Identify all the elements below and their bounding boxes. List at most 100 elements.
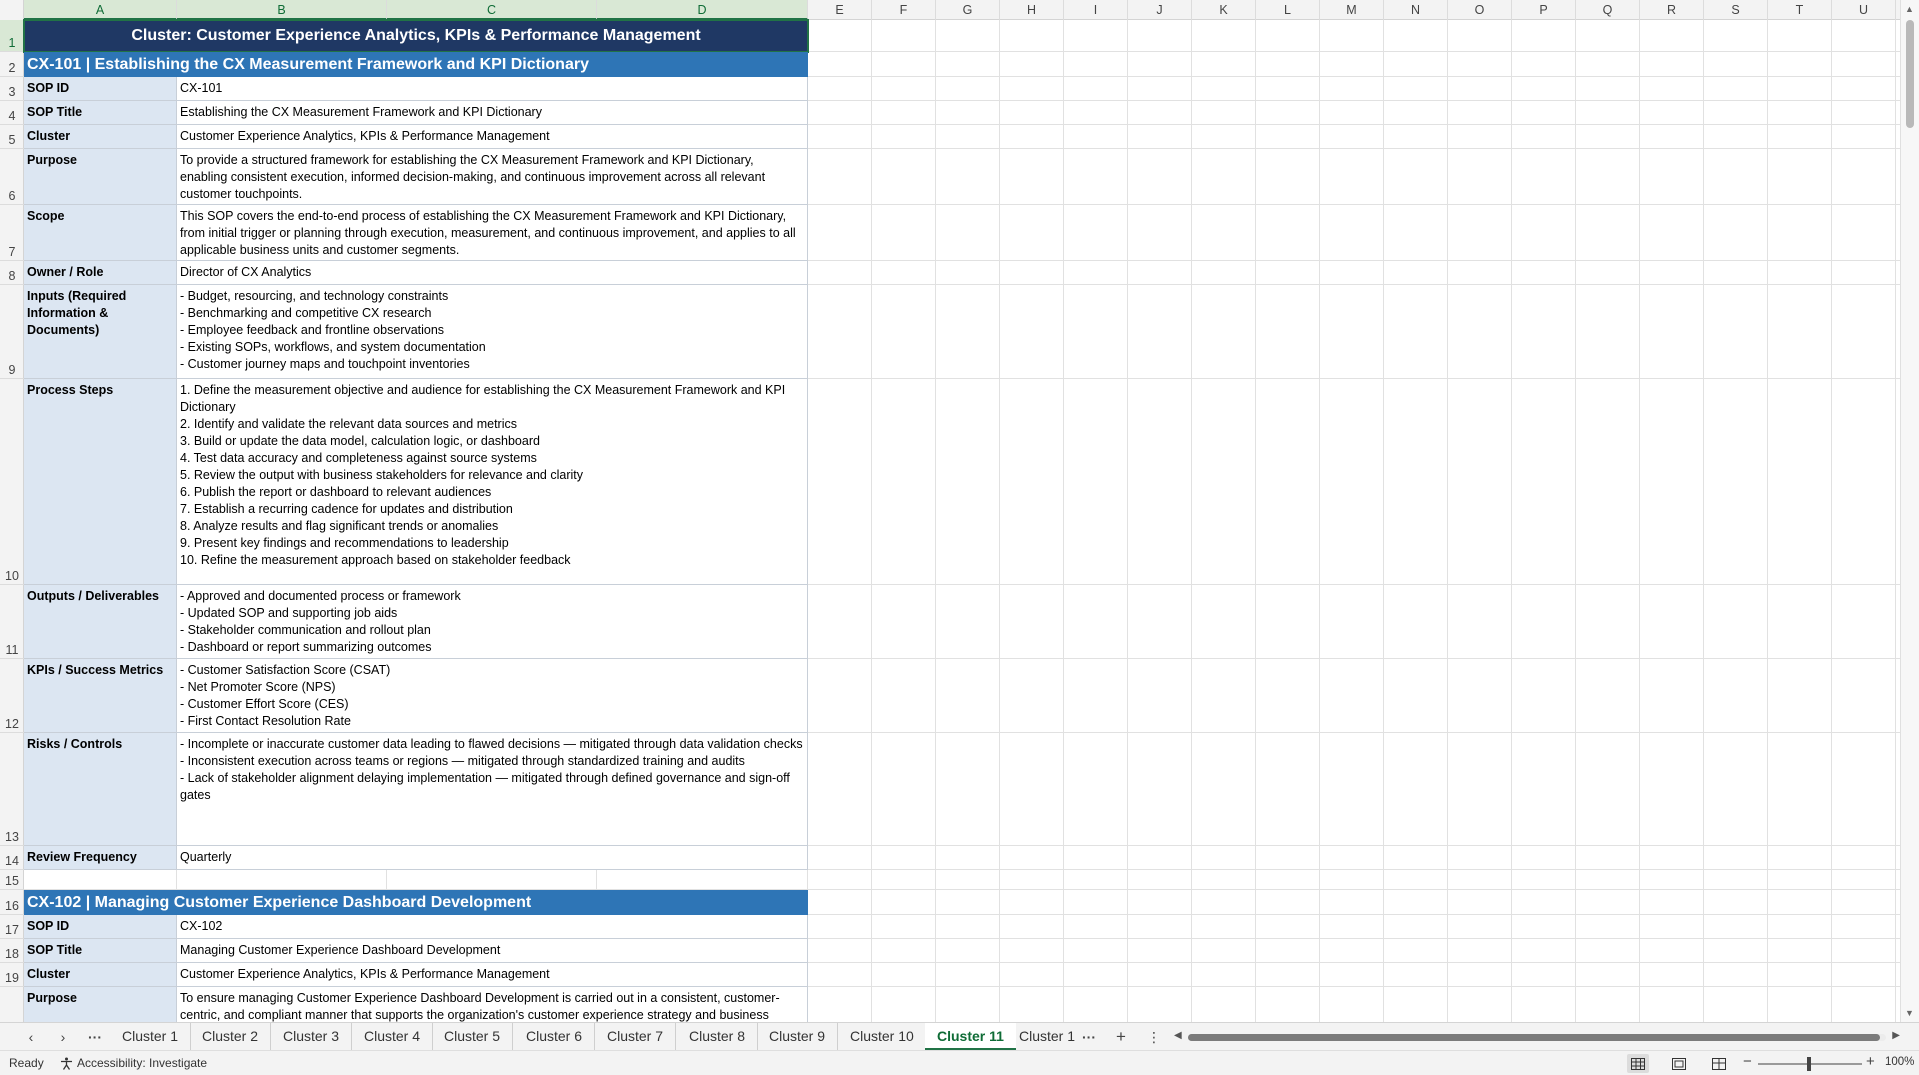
field-value[interactable]: - Customer Satisfaction Score (CSAT) - N… <box>177 659 808 732</box>
row-header[interactable]: 11 <box>0 585 24 659</box>
field-label[interactable]: Cluster <box>24 963 177 986</box>
sop-field-row[interactable]: Cluster Customer Experience Analytics, KP… <box>24 963 808 987</box>
sheet-tab[interactable]: Cluster 3 <box>271 1023 353 1050</box>
column-header-n[interactable]: N <box>1384 0 1448 20</box>
field-value[interactable]: - Approved and documented process or fra… <box>177 585 808 658</box>
column-header-e[interactable]: E <box>808 0 872 20</box>
field-label[interactable]: Risks / Controls <box>24 733 177 845</box>
field-label[interactable]: SOP Title <box>24 101 177 124</box>
sop-field-row[interactable]: Owner / Role Director of CX Analytics <box>24 261 808 285</box>
column-header-k[interactable]: K <box>1192 0 1256 20</box>
column-header-g[interactable]: G <box>936 0 1000 20</box>
sop-field-row[interactable]: Purpose To provide a structured framework… <box>24 149 808 205</box>
sheet-tab[interactable]: Cluster 4 <box>352 1023 434 1050</box>
zoom-slider-knob[interactable] <box>1807 1057 1811 1071</box>
column-header-d[interactable]: D <box>597 0 808 20</box>
zoom-out-icon[interactable]: − <box>1743 1053 1752 1070</box>
scroll-right-icon[interactable]: ▶ <box>1892 1030 1900 1041</box>
grid-view-icon[interactable] <box>1627 1054 1649 1073</box>
row-header[interactable]: 10 <box>0 379 24 585</box>
column-header-r[interactable]: R <box>1640 0 1704 20</box>
field-label[interactable]: Inputs (Required Information & Documents… <box>24 285 177 378</box>
field-value[interactable]: Customer Experience Analytics, KPIs & Pe… <box>177 125 808 148</box>
sop-field-row[interactable]: SOP Title Establishing the CX Measurement… <box>24 101 808 125</box>
field-label[interactable]: Scope <box>24 205 177 260</box>
column-header-a[interactable]: A <box>24 0 177 20</box>
sop-field-row[interactable]: Inputs (Required Information & Documents… <box>24 285 808 379</box>
zoom-slider[interactable] <box>1758 1057 1862 1071</box>
vertical-scrollbar[interactable]: ▲ ▼ <box>1900 0 1919 1022</box>
row-header[interactable]: 15 <box>0 870 24 890</box>
field-label[interactable]: Review Frequency <box>24 846 177 869</box>
field-value[interactable]: To provide a structured framework for es… <box>177 149 808 204</box>
tab-cluster-11-active[interactable]: Cluster 11 <box>925 1023 1016 1050</box>
field-value[interactable]: Director of CX Analytics <box>177 261 808 284</box>
row-header[interactable]: 13 <box>0 733 24 846</box>
sop-header[interactable]: CX-102 | Managing Customer Experience Da… <box>24 890 808 915</box>
field-label[interactable]: SOP ID <box>24 915 177 938</box>
field-label[interactable]: KPIs / Success Metrics <box>24 659 177 732</box>
sop-field-row[interactable]: Process Steps 1. Define the measurement o… <box>24 379 808 585</box>
sop-header[interactable]: CX-101 | Establishing the CX Measurement… <box>24 52 808 77</box>
column-header-j[interactable]: J <box>1128 0 1192 20</box>
zoom-in-icon[interactable]: + <box>1866 1053 1875 1070</box>
row-header[interactable]: 2 <box>0 52 24 77</box>
page-layout-icon[interactable] <box>1668 1054 1690 1073</box>
horizontal-scrollbar[interactable]: ◀ ▶ <box>1172 1030 1902 1044</box>
sheet-tab[interactable]: Cluster 2 <box>190 1023 272 1050</box>
row-header[interactable]: 18 <box>0 939 24 963</box>
field-value[interactable]: CX-102 <box>177 915 808 938</box>
sheet-tab[interactable]: Cluster 9 <box>757 1023 839 1050</box>
column-header-p[interactable]: P <box>1512 0 1576 20</box>
sop-field-row[interactable]: Cluster Customer Experience Analytics, KP… <box>24 125 808 149</box>
ellipsis-icon[interactable]: ··· <box>84 1027 106 1047</box>
row-header[interactable]: 16 <box>0 890 24 915</box>
column-header-c[interactable]: C <box>387 0 597 20</box>
page-break-icon[interactable] <box>1708 1054 1730 1073</box>
field-value[interactable]: To ensure managing Customer Experience D… <box>177 987 808 1022</box>
field-label[interactable]: Process Steps <box>24 379 177 584</box>
sheet-tab[interactable]: Cluster 7 <box>595 1023 677 1050</box>
field-label[interactable]: Owner / Role <box>24 261 177 284</box>
field-label[interactable]: SOP ID <box>24 77 177 100</box>
column-header-l[interactable]: L <box>1256 0 1320 20</box>
row-header[interactable]: 6 <box>0 149 24 205</box>
empty-cell[interactable] <box>177 870 387 889</box>
chevron-left-icon[interactable]: ‹ <box>20 1027 42 1047</box>
row-header[interactable]: 14 <box>0 846 24 870</box>
sheet-tab[interactable]: Cluster 1 <box>1007 1023 1087 1050</box>
zoom-level[interactable]: 100% <box>1885 1056 1914 1068</box>
sop-field-row[interactable]: SOP ID CX-101 <box>24 77 808 101</box>
sheet-tab[interactable]: Cluster 5 <box>432 1023 514 1050</box>
horizontal-scroll-thumb[interactable] <box>1188 1034 1880 1041</box>
more-sheets-ellipsis-icon[interactable]: ··· <box>1078 1027 1100 1047</box>
row-header[interactable]: 9 <box>0 285 24 379</box>
sop-field-row[interactable]: KPIs / Success Metrics - Customer Satisfa… <box>24 659 808 733</box>
sheet-tab[interactable]: Cluster 6 <box>514 1023 596 1050</box>
column-header-t[interactable]: T <box>1768 0 1832 20</box>
field-label[interactable]: Outputs / Deliverables <box>24 585 177 658</box>
empty-cell[interactable] <box>387 870 597 889</box>
field-value[interactable]: 1. Define the measurement objective and … <box>177 379 808 584</box>
empty-cell[interactable] <box>24 870 177 889</box>
field-label[interactable]: SOP Title <box>24 939 177 962</box>
vertical-scroll-thumb[interactable] <box>1906 20 1914 128</box>
row-header[interactable]: 8 <box>0 261 24 285</box>
field-value[interactable]: - Incomplete or inaccurate customer data… <box>177 733 808 845</box>
plus-icon[interactable]: + <box>1110 1027 1132 1047</box>
field-value[interactable]: CX-101 <box>177 77 808 100</box>
column-header-o[interactable]: O <box>1448 0 1512 20</box>
field-label[interactable]: Cluster <box>24 125 177 148</box>
column-header-h[interactable]: H <box>1000 0 1064 20</box>
column-header-b[interactable]: B <box>177 0 387 20</box>
field-value[interactable]: Customer Experience Analytics, KPIs & Pe… <box>177 963 808 986</box>
sheet-tab[interactable]: Cluster 8 <box>677 1023 759 1050</box>
scroll-left-icon[interactable]: ◀ <box>1174 1030 1182 1041</box>
sop-field-row[interactable]: Review Frequency Quarterly <box>24 846 808 870</box>
vertical-ellipsis-icon[interactable]: ⋮ <box>1143 1027 1165 1047</box>
scroll-down-icon[interactable]: ▼ <box>1905 1008 1914 1018</box>
select-all-corner[interactable] <box>0 0 24 20</box>
row-header[interactable]: 3 <box>0 77 24 101</box>
sop-field-row[interactable]: Risks / Controls - Incomplete or inaccura… <box>24 733 808 846</box>
sop-field-row[interactable]: Outputs / Deliverables - Approved and doc… <box>24 585 808 659</box>
